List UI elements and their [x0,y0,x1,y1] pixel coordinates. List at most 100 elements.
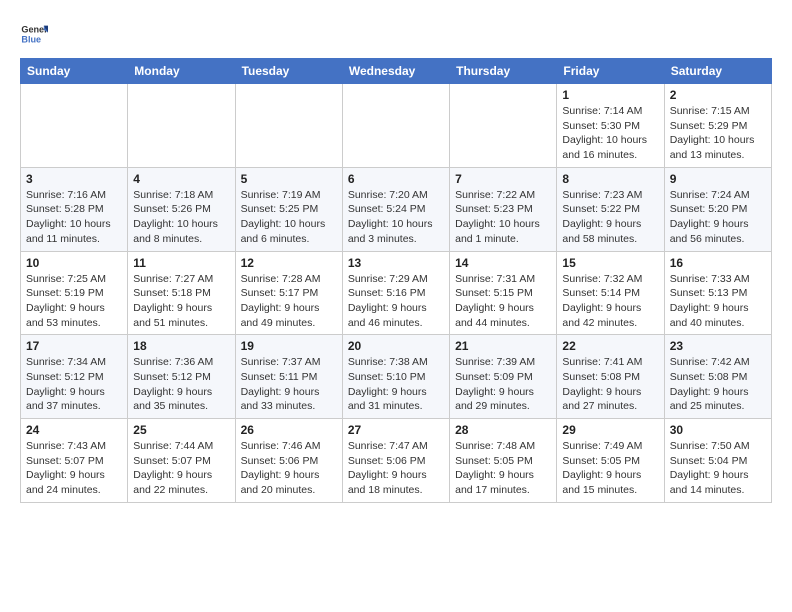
calendar-cell [342,84,449,168]
day-number: 14 [455,256,551,270]
day-number: 24 [26,423,122,437]
day-number: 5 [241,172,337,186]
calendar-cell: 17Sunrise: 7:34 AMSunset: 5:12 PMDayligh… [21,335,128,419]
calendar-cell: 23Sunrise: 7:42 AMSunset: 5:08 PMDayligh… [664,335,771,419]
logo: General Blue [20,20,56,48]
day-number: 20 [348,339,444,353]
day-info: Sunrise: 7:38 AMSunset: 5:10 PMDaylight:… [348,355,444,414]
day-number: 16 [670,256,766,270]
calendar-cell: 20 Sunrise: 7:38 AMSunset: 5:10 PMDayligh… [342,335,449,419]
day-info: Sunrise: 7:32 AMSunset: 5:14 PMDaylight:… [562,272,658,331]
day-info: Sunrise: 7:46 AMSunset: 5:06 PMDaylight:… [241,439,337,498]
calendar-cell: 9 Sunrise: 7:24 AMSunset: 5:20 PMDaylight… [664,167,771,251]
day-info: Sunrise: 7:49 AMSunset: 5:05 PMDaylight:… [562,439,658,498]
day-info: Sunrise: 7:18 AMSunset: 5:26 PMDaylight:… [133,188,229,247]
calendar-week-row: 1Sunrise: 7:14 AMSunset: 5:30 PMDaylight… [21,84,772,168]
calendar-cell: 2 Sunrise: 7:15 AMSunset: 5:29 PMDaylight… [664,84,771,168]
day-number: 2 [670,88,766,102]
calendar-cell: 15 Sunrise: 7:32 AMSunset: 5:14 PMDayligh… [557,251,664,335]
calendar-week-row: 17Sunrise: 7:34 AMSunset: 5:12 PMDayligh… [21,335,772,419]
calendar-week-row: 3 Sunrise: 7:16 AMSunset: 5:28 PMDaylight… [21,167,772,251]
day-number: 4 [133,172,229,186]
calendar-cell: 6 Sunrise: 7:20 AMSunset: 5:24 PMDaylight… [342,167,449,251]
day-number: 11 [133,256,229,270]
weekday-header: Friday [557,59,664,84]
day-info: Sunrise: 7:22 AMSunset: 5:23 PMDaylight:… [455,188,551,247]
calendar-cell: 21 Sunrise: 7:39 AMSunset: 5:09 PMDayligh… [450,335,557,419]
calendar-cell: 7 Sunrise: 7:22 AMSunset: 5:23 PMDaylight… [450,167,557,251]
calendar-cell: 12 Sunrise: 7:28 AMSunset: 5:17 PMDayligh… [235,251,342,335]
calendar-cell: 30Sunrise: 7:50 AMSunset: 5:04 PMDayligh… [664,419,771,503]
calendar-cell: 19 Sunrise: 7:37 AMSunset: 5:11 PMDayligh… [235,335,342,419]
calendar-table: SundayMondayTuesdayWednesdayThursdayFrid… [20,58,772,503]
day-number: 15 [562,256,658,270]
day-info: Sunrise: 7:43 AMSunset: 5:07 PMDaylight:… [26,439,122,498]
calendar-cell [128,84,235,168]
day-number: 13 [348,256,444,270]
calendar-cell: 26Sunrise: 7:46 AMSunset: 5:06 PMDayligh… [235,419,342,503]
day-info: Sunrise: 7:36 AMSunset: 5:12 PMDaylight:… [133,355,229,414]
day-info: Sunrise: 7:25 AMSunset: 5:19 PMDaylight:… [26,272,122,331]
day-info: Sunrise: 7:39 AMSunset: 5:09 PMDaylight:… [455,355,551,414]
calendar-header-row: SundayMondayTuesdayWednesdayThursdayFrid… [21,59,772,84]
weekday-header: Sunday [21,59,128,84]
weekday-header: Saturday [664,59,771,84]
calendar-week-row: 10 Sunrise: 7:25 AMSunset: 5:19 PMDayligh… [21,251,772,335]
day-number: 12 [241,256,337,270]
day-number: 10 [26,256,122,270]
day-info: Sunrise: 7:41 AMSunset: 5:08 PMDaylight:… [562,355,658,414]
calendar-cell: 29 Sunrise: 7:49 AMSunset: 5:05 PMDayligh… [557,419,664,503]
day-info: Sunrise: 7:37 AMSunset: 5:11 PMDaylight:… [241,355,337,414]
day-number: 1 [562,88,658,102]
day-info: Sunrise: 7:47 AMSunset: 5:06 PMDaylight:… [348,439,444,498]
day-info: Sunrise: 7:23 AMSunset: 5:22 PMDaylight:… [562,188,658,247]
day-number: 23 [670,339,766,353]
calendar-cell: 5 Sunrise: 7:19 AMSunset: 5:25 PMDaylight… [235,167,342,251]
calendar-cell: 4 Sunrise: 7:18 AMSunset: 5:26 PMDaylight… [128,167,235,251]
day-info: Sunrise: 7:16 AMSunset: 5:28 PMDaylight:… [26,188,122,247]
calendar-cell: 1Sunrise: 7:14 AMSunset: 5:30 PMDaylight… [557,84,664,168]
calendar-cell: 11 Sunrise: 7:27 AMSunset: 5:18 PMDayligh… [128,251,235,335]
day-number: 18 [133,339,229,353]
weekday-header: Thursday [450,59,557,84]
svg-text:Blue: Blue [21,34,41,44]
calendar-cell: 10 Sunrise: 7:25 AMSunset: 5:19 PMDayligh… [21,251,128,335]
calendar-cell: 8 Sunrise: 7:23 AMSunset: 5:22 PMDaylight… [557,167,664,251]
page-header: General Blue [20,20,772,48]
calendar-cell [235,84,342,168]
day-number: 8 [562,172,658,186]
day-info: Sunrise: 7:31 AMSunset: 5:15 PMDaylight:… [455,272,551,331]
day-number: 21 [455,339,551,353]
day-number: 19 [241,339,337,353]
day-info: Sunrise: 7:48 AMSunset: 5:05 PMDaylight:… [455,439,551,498]
day-number: 3 [26,172,122,186]
day-info: Sunrise: 7:27 AMSunset: 5:18 PMDaylight:… [133,272,229,331]
calendar-cell: 27 Sunrise: 7:47 AMSunset: 5:06 PMDayligh… [342,419,449,503]
calendar-cell: 18 Sunrise: 7:36 AMSunset: 5:12 PMDayligh… [128,335,235,419]
day-info: Sunrise: 7:28 AMSunset: 5:17 PMDaylight:… [241,272,337,331]
day-number: 28 [455,423,551,437]
day-number: 27 [348,423,444,437]
day-info: Sunrise: 7:20 AMSunset: 5:24 PMDaylight:… [348,188,444,247]
calendar-cell: 3 Sunrise: 7:16 AMSunset: 5:28 PMDaylight… [21,167,128,251]
calendar-cell [21,84,128,168]
calendar-cell [450,84,557,168]
day-number: 22 [562,339,658,353]
calendar-cell: 13 Sunrise: 7:29 AMSunset: 5:16 PMDayligh… [342,251,449,335]
day-info: Sunrise: 7:15 AMSunset: 5:29 PMDaylight:… [670,104,766,163]
weekday-header: Tuesday [235,59,342,84]
day-info: Sunrise: 7:29 AMSunset: 5:16 PMDaylight:… [348,272,444,331]
day-number: 7 [455,172,551,186]
calendar-week-row: 24 Sunrise: 7:43 AMSunset: 5:07 PMDayligh… [21,419,772,503]
calendar-cell: 28 Sunrise: 7:48 AMSunset: 5:05 PMDayligh… [450,419,557,503]
day-info: Sunrise: 7:24 AMSunset: 5:20 PMDaylight:… [670,188,766,247]
day-number: 6 [348,172,444,186]
day-info: Sunrise: 7:33 AMSunset: 5:13 PMDaylight:… [670,272,766,331]
day-number: 9 [670,172,766,186]
day-number: 29 [562,423,658,437]
calendar-cell: 24 Sunrise: 7:43 AMSunset: 5:07 PMDayligh… [21,419,128,503]
day-number: 30 [670,423,766,437]
day-info: Sunrise: 7:19 AMSunset: 5:25 PMDaylight:… [241,188,337,247]
day-info: Sunrise: 7:44 AMSunset: 5:07 PMDaylight:… [133,439,229,498]
weekday-header: Wednesday [342,59,449,84]
